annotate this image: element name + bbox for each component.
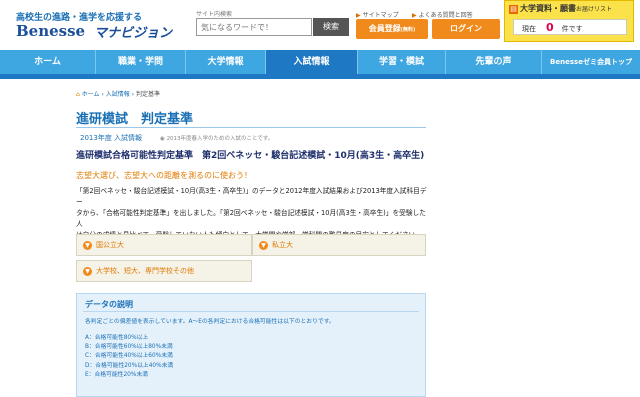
breadcrumb-home[interactable]: ホーム	[82, 91, 100, 98]
register-button[interactable]: 会員登録(無料)	[356, 19, 428, 39]
year-label: 2013年度 入試情報	[80, 134, 143, 142]
category-national-public[interactable]: ▼ 国公立大	[76, 234, 252, 256]
breadcrumb-current: 判定基準	[136, 91, 161, 98]
exam-subtitle: 進研模試合格可能性判定基準 第2回ベネッセ・駿台記述模試・10月(高3生・高卒生…	[76, 151, 425, 161]
chevron-down-icon: ▼	[259, 240, 268, 250]
divider	[83, 311, 419, 312]
breadcrumb: ⌂ ホーム › 入試情報 › 判定基準	[76, 89, 160, 98]
search-caption: サイト内検索	[196, 11, 233, 18]
nav-senpai[interactable]: 先輩の声	[446, 50, 542, 74]
nav-university[interactable]: 大学情報	[186, 50, 266, 74]
nav-exam-info[interactable]: 入試情報	[266, 50, 358, 74]
breadcrumb-parent[interactable]: 入試情報	[106, 91, 130, 98]
document-icon: ▤	[509, 5, 518, 14]
list-item: A：合格可能性80%以上	[85, 335, 149, 341]
search-input[interactable]	[196, 18, 312, 36]
site-header: 高校生の進路・進学を応援する Benesse マナビジョン サイト内検索 検索 …	[0, 0, 640, 50]
arrow-icon: ▶	[412, 12, 417, 19]
data-description-text: 各判定ごとの偏差値を表示しています。A～Eの各判定における合格可能性は以下のとお…	[85, 319, 335, 325]
doc-count: 現在 0 件です	[513, 19, 627, 35]
doc-list-title: ▤ 大学資料・願書お届けリスト	[509, 4, 613, 14]
data-description-box: データの説明 各判定ごとの偏差値を表示しています。A～Eの各判定における合格可能…	[76, 293, 426, 397]
list-item: E：合格可能性20%未満	[85, 371, 148, 378]
category-private[interactable]: ▼ 私立大	[252, 234, 426, 256]
sitemap-link[interactable]: ▶ サイトマップ	[356, 10, 399, 19]
year-note: ◉ 2013年度春入学のための入試のことです。	[160, 136, 274, 142]
list-item: D：合格可能性20%以上40%未満	[85, 362, 174, 369]
nav-jobs[interactable]: 職業・学問	[96, 50, 186, 74]
arrow-icon: ▶	[356, 12, 361, 19]
nav-underline	[0, 74, 640, 79]
chevron-down-icon: ▼	[83, 266, 92, 276]
category-other-schools[interactable]: ▼ 大学校、短大、専門学校その他	[76, 260, 252, 282]
intro-text: 「第2回ベネッセ・駿台記述模試・10月(高3生・高卒生)」のデータと2012年度…	[76, 187, 427, 239]
faq-link[interactable]: ▶ よくある質問と回答	[412, 10, 473, 19]
nav-zemi-top[interactable]: Benesseゼミ会員トップ	[542, 50, 640, 74]
document-request-list[interactable]: ▤ 大学資料・願書お届けリスト 現在 0 件です	[504, 0, 634, 42]
list-item: C：合格可能性40%以上60%未満	[85, 353, 173, 360]
list-item: B：合格可能性60%以上80%未満	[85, 344, 173, 351]
benesse-logo[interactable]: Benesse	[16, 22, 85, 40]
title-divider	[76, 127, 426, 128]
page-tagline: 志望大選び、志望大への距離を測るのに使おう！	[76, 171, 252, 180]
data-description-title: データの説明	[85, 300, 133, 309]
nav-home[interactable]: ホーム	[0, 50, 96, 74]
home-icon: ⌂	[76, 91, 80, 98]
nav-study[interactable]: 学習・模試	[358, 50, 446, 74]
manabi-vision-logo[interactable]: マナビジョン	[94, 22, 172, 41]
main-nav: ホーム 職業・学問 大学情報 入試情報 学習・模試 先輩の声 Benesseゼミ…	[0, 50, 640, 74]
search-button[interactable]: 検索	[313, 18, 349, 36]
page-title: 進研模試 判定基準	[76, 112, 194, 127]
doc-count-number: 0	[546, 21, 554, 34]
judgement-list: A：合格可能性80%以上 B：合格可能性60%以上80%未満 C：合格可能性40…	[85, 334, 173, 380]
chevron-down-icon: ▼	[83, 240, 92, 250]
login-button[interactable]: ログイン	[432, 19, 500, 39]
